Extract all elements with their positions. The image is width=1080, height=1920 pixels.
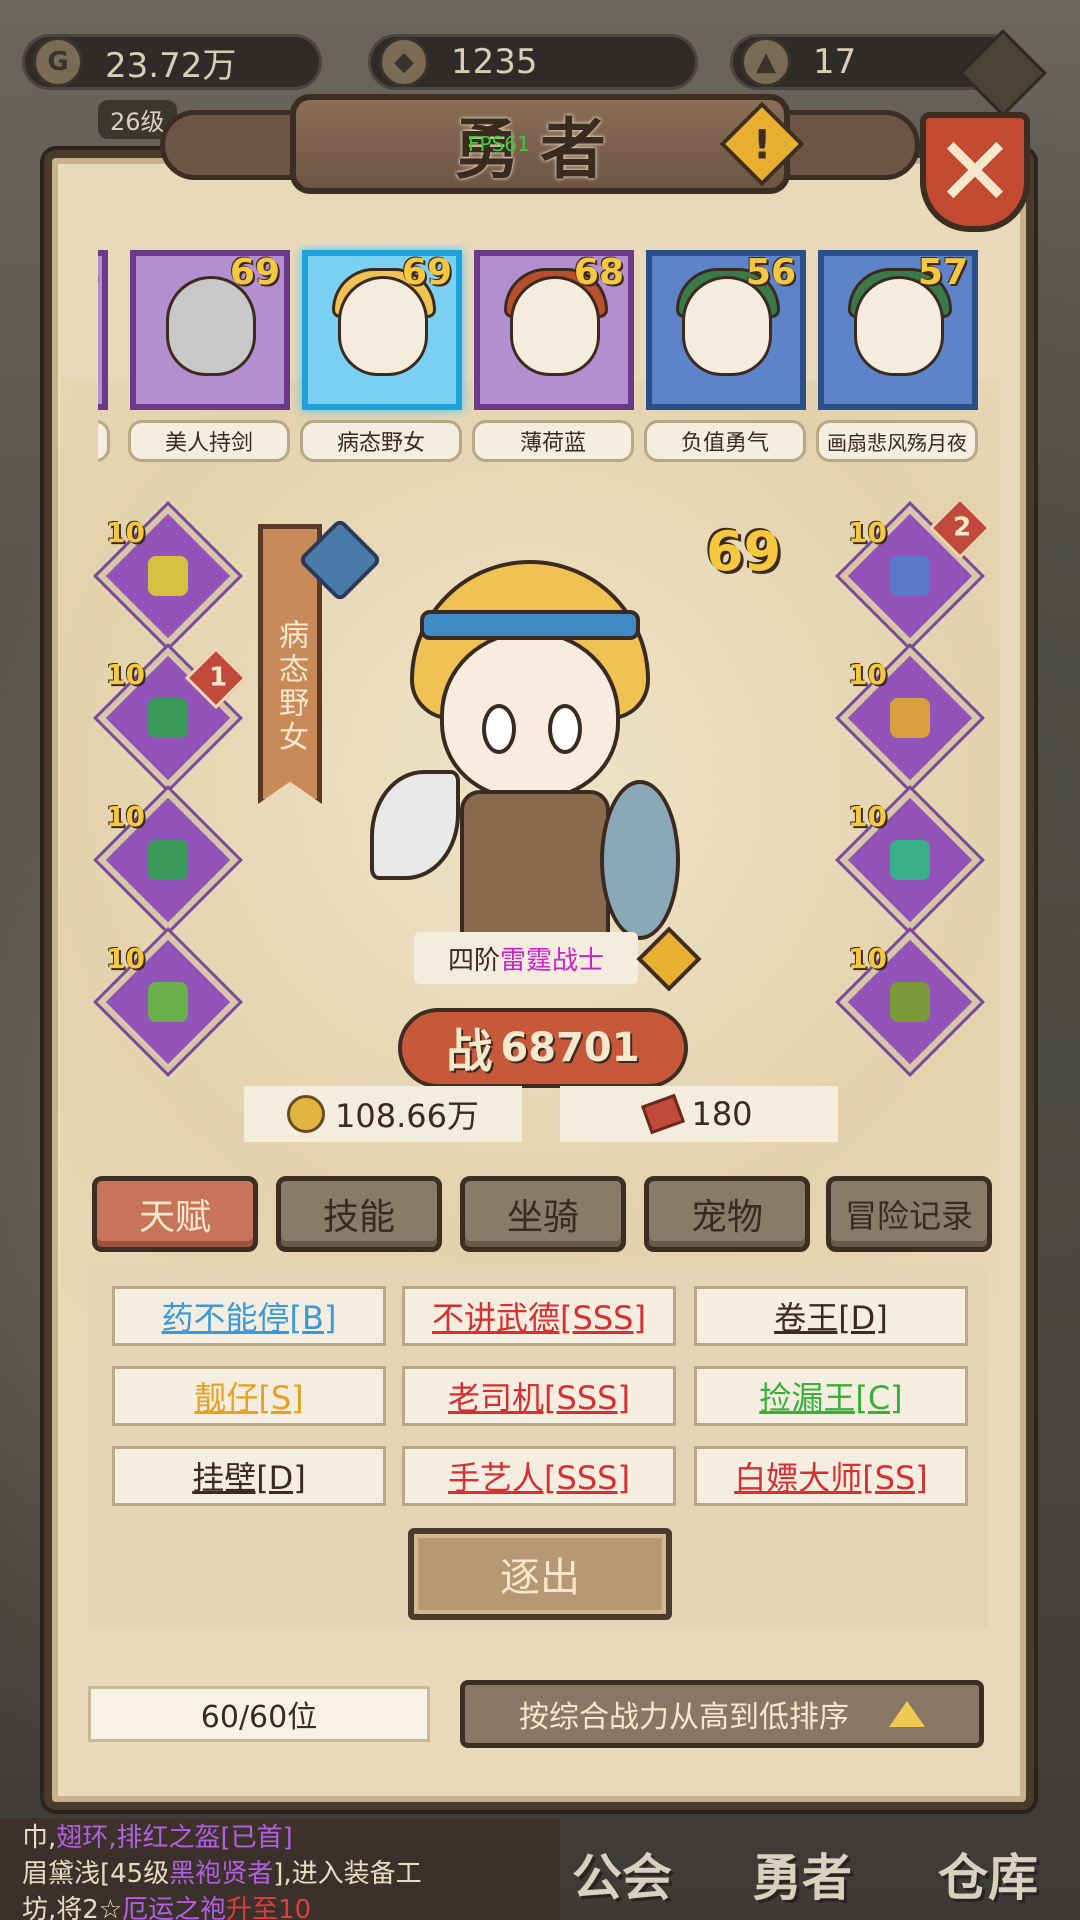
hero-level: 68 xyxy=(573,252,624,293)
gold-coin-icon: G xyxy=(33,37,83,87)
expel-button[interactable]: 逐出 xyxy=(408,1528,672,1620)
tab-mount[interactable]: 坐骑 xyxy=(460,1176,626,1252)
hero-level: 69 xyxy=(401,252,452,293)
fps-counter: FPS61 xyxy=(468,132,530,156)
ticket-icon: ▲ xyxy=(741,37,791,87)
title-banner: 勇者 xyxy=(290,94,790,194)
hero-carousel[interactable]: 4 69 美人持剑 69 病态野女 68 薄荷蓝 56 负值勇气 57 画扇悲风… xyxy=(98,244,984,464)
chat-log[interactable]: 巾,翅环,排红之盔[已首] 眉黛浅[45级黑袍贤者],进入装备工 坊,将2☆厄运… xyxy=(0,1818,560,1920)
nav-warehouse[interactable]: 仓库 xyxy=(938,1838,1038,1910)
honor-value: 1235 xyxy=(451,42,538,82)
sort-button[interactable]: 按综合战力从高到低排序 xyxy=(460,1680,984,1748)
hero-name: 美人持剑 xyxy=(128,420,290,462)
weapon-icon xyxy=(148,556,188,596)
trait-item[interactable]: 靓仔[S] xyxy=(112,1366,386,1426)
equip-level: 10 xyxy=(848,658,887,691)
tab-talent[interactable]: 天赋 xyxy=(92,1176,258,1252)
arrow-up-icon xyxy=(889,1701,925,1727)
equip-level: 10 xyxy=(106,516,145,549)
equip-level: 10 xyxy=(848,800,887,833)
resource-bar: G 23.72万 ◆ 1235 ▲ 17 xyxy=(0,22,1080,117)
tab-pet[interactable]: 宠物 xyxy=(644,1176,810,1252)
trait-item[interactable]: 白嫖大师[SS] xyxy=(694,1446,968,1506)
hero-ticket-value: 180 xyxy=(691,1095,753,1133)
hero-gold-value: 108.66万 xyxy=(335,1097,479,1135)
trait-item[interactable]: 卷王[D] xyxy=(694,1286,968,1346)
tab-adventure-log[interactable]: 冒险记录 xyxy=(826,1176,992,1252)
equip-level: 10 xyxy=(848,516,887,549)
hero-level: 69 xyxy=(229,252,280,293)
trait-item[interactable]: 手艺人[SSS] xyxy=(402,1446,676,1506)
trait-item[interactable]: 老司机[SSS] xyxy=(402,1366,676,1426)
hero-card-2[interactable]: 69 xyxy=(302,250,462,410)
shield-icon xyxy=(890,982,930,1022)
hero-name-partial xyxy=(98,420,110,462)
power-value: 68701 xyxy=(500,1025,640,1071)
ticket-value: 17 xyxy=(813,42,857,82)
hero-name: 负值勇气 xyxy=(644,420,806,462)
close-button[interactable]: ✕ xyxy=(920,112,1030,232)
trait-item[interactable]: 不讲武德[SSS] xyxy=(402,1286,676,1346)
hero-card-partial[interactable]: 4 xyxy=(98,250,108,410)
class-name: 雷霆战士 xyxy=(500,945,605,976)
equip-level: 10 xyxy=(848,942,887,975)
hero-card-1[interactable]: 69 xyxy=(130,250,290,410)
hero-card-3[interactable]: 68 xyxy=(474,250,634,410)
helmet-icon xyxy=(148,840,188,880)
hero-name: 画扇悲风殇月夜 xyxy=(816,420,978,462)
hero-level: 57 xyxy=(917,252,968,293)
ticket-icon xyxy=(641,1093,686,1135)
gold-value: 23.72万 xyxy=(105,45,237,86)
nav-heroes[interactable]: 勇者 xyxy=(752,1838,852,1910)
hero-character-art xyxy=(370,540,710,1000)
equip-level: 10 xyxy=(106,800,145,833)
power-label: 战 xyxy=(446,1024,493,1078)
gold-coin-icon xyxy=(287,1095,325,1133)
exclamation-icon: ! xyxy=(752,122,772,169)
nav-guild[interactable]: 公会 xyxy=(572,1838,672,1910)
trait-item[interactable]: 药不能停[B] xyxy=(112,1286,386,1346)
class-tier: 四阶 xyxy=(447,945,500,976)
chat-line: 巾,翅环,排红之盔[已首] xyxy=(22,1823,293,1853)
sort-label: 按综合战力从高到低排序 xyxy=(519,1700,849,1735)
hero-ticket-stat: 180 xyxy=(560,1086,838,1142)
trait-item[interactable]: 挂壁[D] xyxy=(112,1446,386,1506)
necklace-icon xyxy=(890,556,930,596)
honor-icon: ◆ xyxy=(379,37,429,87)
hero-gold-stat: 108.66万 xyxy=(244,1086,522,1142)
hero-level: 56 xyxy=(745,252,796,293)
chat-line: 坊,将2☆厄运之袍升至10 xyxy=(22,1895,312,1920)
gold-resource: G 23.72万 xyxy=(22,34,322,90)
hero-card-5[interactable]: 57 xyxy=(818,250,978,410)
hero-class-tag: 四阶 雷霆战士 xyxy=(414,932,638,984)
combat-power: 战 68701 xyxy=(398,1008,688,1088)
equip-level: 10 xyxy=(106,942,145,975)
bracelet-icon xyxy=(890,840,930,880)
ring-icon xyxy=(890,698,930,738)
hero-card-4[interactable]: 56 xyxy=(646,250,806,410)
hero-slot-count: 60/60位 xyxy=(88,1686,430,1742)
hero-name: 病态野女 xyxy=(300,420,462,462)
tab-skills[interactable]: 技能 xyxy=(276,1176,442,1252)
trait-item[interactable]: 捡漏王[C] xyxy=(694,1366,968,1426)
hero-name-vertical: 病态野女 xyxy=(273,619,308,755)
title-ornament-left xyxy=(160,110,310,180)
chat-line: 眉黛浅[45级黑袍贤者],进入装备工 xyxy=(22,1859,422,1889)
equip-level: 10 xyxy=(106,658,145,691)
hero-name: 薄荷蓝 xyxy=(472,420,634,462)
honor-resource: ◆ 1235 xyxy=(368,34,698,90)
hero-level-display: 69 xyxy=(706,520,782,583)
boots-icon xyxy=(148,982,188,1022)
armor-icon xyxy=(148,698,188,738)
